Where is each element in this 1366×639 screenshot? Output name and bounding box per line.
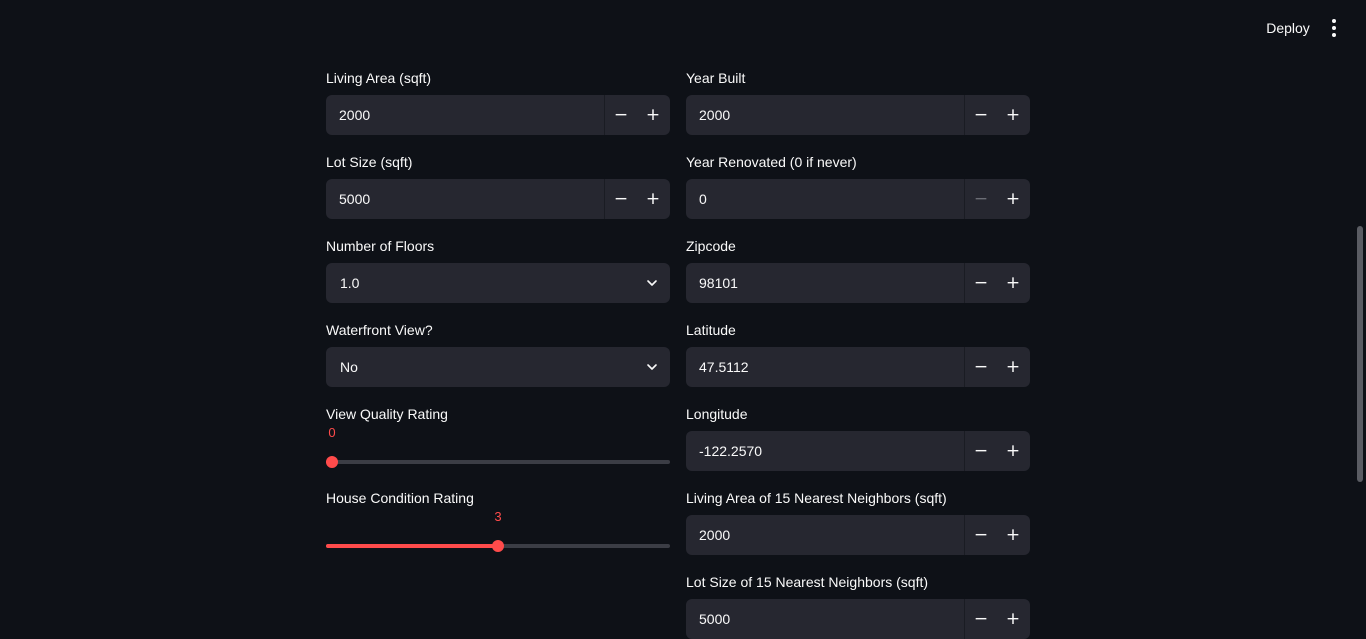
waterfront-select[interactable]: No [326, 347, 670, 387]
longitude-label: Longitude [686, 406, 748, 422]
lot-size-15-label: Lot Size of 15 Nearest Neighbors (sqft) [686, 574, 929, 590]
floors-select[interactable]: 1.0 [326, 263, 670, 303]
zipcode-stepper: − + [686, 263, 1030, 303]
lot-size-input[interactable] [326, 179, 604, 219]
decrement-button[interactable]: − [965, 431, 997, 471]
decrement-button[interactable]: − [965, 599, 997, 639]
decrement-button[interactable]: − [605, 179, 637, 219]
slider-value: 3 [494, 509, 502, 524]
app-header: Deploy [0, 0, 1366, 56]
living-area-stepper: − + [326, 95, 670, 135]
chevron-down-icon [647, 364, 657, 370]
increment-button[interactable]: + [637, 179, 669, 219]
slider-thumb[interactable] [492, 540, 504, 552]
decrement-button[interactable]: − [965, 263, 997, 303]
decrement-button[interactable]: − [965, 347, 997, 387]
increment-button[interactable]: + [997, 179, 1029, 219]
decrement-button[interactable]: − [965, 179, 997, 219]
year-built-stepper: − + [686, 95, 1030, 135]
living-area-15-stepper: − + [686, 515, 1030, 555]
zipcode-input[interactable] [686, 263, 964, 303]
zipcode-label: Zipcode [686, 238, 736, 254]
page-scrollbar[interactable] [1357, 226, 1363, 482]
latitude-label: Latitude [686, 322, 736, 338]
lot-size-label: Lot Size (sqft) [326, 154, 413, 170]
increment-button[interactable]: + [997, 95, 1029, 135]
slider-track [326, 460, 670, 464]
living-area-15-input[interactable] [686, 515, 964, 555]
living-area-15-label: Living Area of 15 Nearest Neighbors (sqf… [686, 490, 947, 506]
increment-button[interactable]: + [637, 95, 669, 135]
waterfront-label: Waterfront View? [326, 322, 433, 338]
increment-button[interactable]: + [997, 263, 1029, 303]
slider-thumb[interactable] [326, 456, 338, 468]
latitude-stepper: − + [686, 347, 1030, 387]
waterfront-selected-value: No [340, 359, 358, 375]
living-area-input[interactable] [326, 95, 604, 135]
kebab-menu-icon[interactable] [1325, 17, 1343, 39]
year-renovated-label: Year Renovated (0 if never) [686, 154, 857, 170]
lot-size-15-input[interactable] [686, 599, 964, 639]
condition-rating-label: House Condition Rating [326, 490, 474, 506]
increment-button[interactable]: + [997, 347, 1029, 387]
year-renovated-input[interactable] [686, 179, 964, 219]
year-built-label: Year Built [686, 70, 746, 86]
slider-fill [326, 544, 498, 548]
deploy-button[interactable]: Deploy [1258, 18, 1318, 38]
slider-value: 0 [328, 425, 336, 440]
increment-button[interactable]: + [997, 431, 1029, 471]
decrement-button[interactable]: − [965, 95, 997, 135]
increment-button[interactable]: + [997, 515, 1029, 555]
decrement-button[interactable]: − [965, 515, 997, 555]
year-renovated-stepper: − + [686, 179, 1030, 219]
view-rating-slider[interactable]: 0 [326, 425, 670, 468]
longitude-stepper: − + [686, 431, 1030, 471]
living-area-label: Living Area (sqft) [326, 70, 432, 86]
latitude-input[interactable] [686, 347, 964, 387]
view-rating-label: View Quality Rating [326, 406, 448, 422]
longitude-input[interactable] [686, 431, 964, 471]
condition-rating-slider[interactable]: 3 [326, 509, 670, 552]
increment-button[interactable]: + [997, 599, 1029, 639]
decrement-button[interactable]: − [605, 95, 637, 135]
floors-label: Number of Floors [326, 238, 435, 254]
chevron-down-icon [647, 280, 657, 286]
year-built-input[interactable] [686, 95, 964, 135]
lot-size-stepper: − + [326, 179, 670, 219]
floors-selected-value: 1.0 [340, 275, 360, 291]
lot-size-15-stepper: − + [686, 599, 1030, 639]
